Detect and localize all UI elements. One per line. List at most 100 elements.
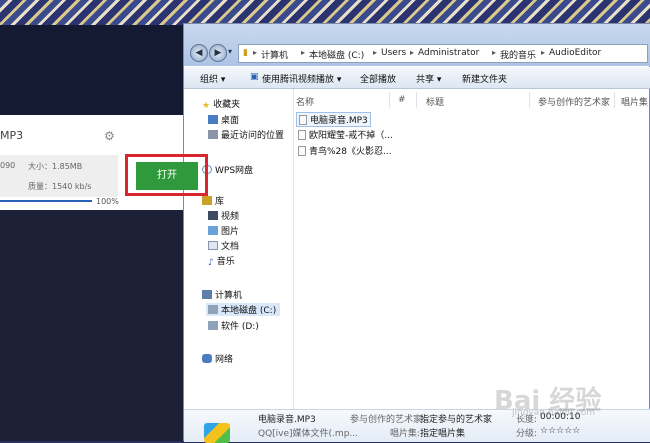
baidu-watermark-url: jingyan.baidu.com <box>512 408 596 418</box>
column-header-number[interactable]: # <box>398 95 406 105</box>
column-header-name[interactable]: 名称 <box>296 95 314 108</box>
nav-recent[interactable]: 最近访问的位置 <box>208 128 284 141</box>
column-divider <box>614 92 615 108</box>
nav-label: WPS网盘 <box>215 166 254 176</box>
nav-desktop[interactable]: 桌面 <box>208 113 239 126</box>
detail-album-label: 唱片集: <box>390 429 421 439</box>
file-row[interactable]: 电脑录音.MP3 <box>296 112 371 127</box>
document-icon <box>208 241 218 250</box>
media-file-icon <box>204 423 230 443</box>
detail-album-value[interactable]: 指定唱片集 <box>420 426 465 439</box>
chevron-right-icon: ▸ <box>492 48 497 57</box>
file-name: 欧阳耀莹-戒不掉（... <box>309 131 393 141</box>
detail-artist-value[interactable]: 指定参与的艺术家 <box>420 412 492 425</box>
nav-computer[interactable]: 计算机 <box>202 288 242 301</box>
file-name: 青鸟%28《火影忍... <box>309 147 392 157</box>
address-bar-area: ◀ ▶ ▾ ▮ ▸ 计算机 ▸ 本地磁盘 (C:) ▸ Users ▸ Admi… <box>184 24 650 66</box>
progress-bar <box>0 200 92 202</box>
recent-icon <box>208 130 218 139</box>
detail-rating-label: 分级: <box>516 429 538 439</box>
nav-pictures[interactable]: 图片 <box>208 224 239 237</box>
breadcrumb-item[interactable]: 本地磁盘 (C:) <box>309 48 364 61</box>
nav-label: 库 <box>215 197 225 207</box>
desktop-icon <box>208 115 218 124</box>
gear-icon[interactable]: ⚙ <box>104 129 115 143</box>
app-header-dark <box>0 25 200 115</box>
nav-wps[interactable]: WPS网盘 <box>202 163 253 176</box>
nav-network[interactable]: 网络 <box>202 352 233 365</box>
forward-button[interactable]: ▶ <box>209 44 227 62</box>
organize-button[interactable]: 组织 ▾ <box>200 72 225 85</box>
chevron-right-icon: ▸ <box>301 48 306 57</box>
computer-icon <box>202 290 212 299</box>
file-quality: 质量：1540 kb/s <box>28 182 92 191</box>
column-divider <box>416 92 417 108</box>
column-header-title[interactable]: 标题 <box>426 95 444 108</box>
video-icon: ▣ <box>250 72 259 82</box>
breadcrumb-item[interactable]: 计算机 <box>261 48 288 61</box>
chevron-right-icon: ▸ <box>541 48 546 57</box>
chevron-right-icon: ▸ <box>410 48 415 57</box>
file-row[interactable]: 青鸟%28《火影忍... <box>298 144 392 157</box>
back-button[interactable]: ◀ <box>190 44 208 62</box>
disk-icon <box>208 305 218 314</box>
network-icon <box>202 354 212 363</box>
nav-videos[interactable]: 视频 <box>208 209 239 222</box>
picture-icon <box>208 226 218 235</box>
nav-label: 软件 (D:) <box>221 322 259 332</box>
nav-label: 视频 <box>221 212 240 222</box>
breadcrumb-item[interactable]: 我的音乐 <box>500 48 536 61</box>
breadcrumb-item[interactable]: AudioEditor <box>549 48 601 58</box>
share-button[interactable]: 共享 ▾ <box>416 72 441 85</box>
detail-artist-label: 参与创作的艺术家: <box>350 415 426 425</box>
navigation-pane: ★ 收藏夹 桌面 最近访问的位置 WPS网盘 库 视频 图片 文档 ♪ 音乐 计算机… <box>184 89 294 409</box>
rating-stars[interactable]: ☆☆☆☆☆ <box>540 426 580 436</box>
audio-file-icon <box>298 146 306 156</box>
command-toolbar: 组织 ▾ ▣ 使用腾讯视频播放 ▾ 全部播放 共享 ▾ 新建文件夹 <box>184 67 650 89</box>
nav-local-disk[interactable]: 本地磁盘 (C:) <box>206 303 281 316</box>
nav-label: 计算机 <box>215 291 243 301</box>
chevron-right-icon: ▸ <box>373 48 378 57</box>
nav-label: 图片 <box>221 227 240 237</box>
nav-label: 音乐 <box>216 257 235 267</box>
nav-documents[interactable]: 文档 <box>208 239 239 252</box>
column-header-artist[interactable]: 参与创作的艺术家 <box>538 95 610 108</box>
file-row[interactable]: 欧阳耀莹-戒不掉（... <box>298 128 393 141</box>
play-with-button[interactable]: 使用腾讯视频播放 ▾ <box>262 72 341 85</box>
file-meta: 090 大小：1.85MB 质量：1540 kb/s <box>0 155 118 197</box>
highlight-box <box>125 154 208 196</box>
audio-file-icon <box>298 130 306 140</box>
nav-label: 文档 <box>221 242 240 252</box>
nav-favorites[interactable]: ★ 收藏夹 <box>202 97 241 111</box>
detail-file-name: 电脑录音.MP3 <box>258 415 316 425</box>
file-title: MP3 <box>0 129 24 142</box>
nav-music[interactable]: ♪ 音乐 <box>208 254 235 268</box>
play-all-button[interactable]: 全部播放 <box>360 72 396 85</box>
desktop-wallpaper <box>0 0 650 25</box>
nav-label: 收藏夹 <box>213 100 241 110</box>
nav-label: 桌面 <box>221 116 240 126</box>
nav-label: 本地磁盘 (C:) <box>221 306 277 316</box>
nav-soft-disk[interactable]: 软件 (D:) <box>208 319 259 332</box>
nav-label: 最近访问的位置 <box>221 131 285 141</box>
breadcrumb-item[interactable]: Users <box>381 48 406 58</box>
chevron-right-icon: ▸ <box>253 48 258 57</box>
new-folder-button[interactable]: 新建文件夹 <box>462 72 507 85</box>
breadcrumb-item[interactable]: Administrator <box>418 48 479 58</box>
video-icon <box>208 211 218 220</box>
nav-label: 网络 <box>215 355 234 365</box>
file-size: 大小：1.85MB <box>28 162 83 171</box>
folder-icon: ▮ <box>243 48 248 58</box>
progress-percent: 100% <box>96 197 119 206</box>
column-divider <box>389 92 390 108</box>
detail-file-type: QQ[ive]媒体文件(.mp... <box>258 429 358 439</box>
address-input[interactable]: ▮ ▸ 计算机 ▸ 本地磁盘 (C:) ▸ Users ▸ Administra… <box>238 44 648 63</box>
library-icon <box>202 196 212 205</box>
explorer-window: ◀ ▶ ▾ ▮ ▸ 计算机 ▸ 本地磁盘 (C:) ▸ Users ▸ Admi… <box>183 23 650 443</box>
meta-left: 090 <box>0 161 16 170</box>
music-icon: ♪ <box>208 258 214 268</box>
audio-file-icon <box>299 115 307 125</box>
nav-dropdown-icon[interactable]: ▾ <box>228 47 232 56</box>
column-header-album[interactable]: 唱片集 <box>621 95 648 108</box>
file-name: 电脑录音.MP3 <box>310 116 368 126</box>
